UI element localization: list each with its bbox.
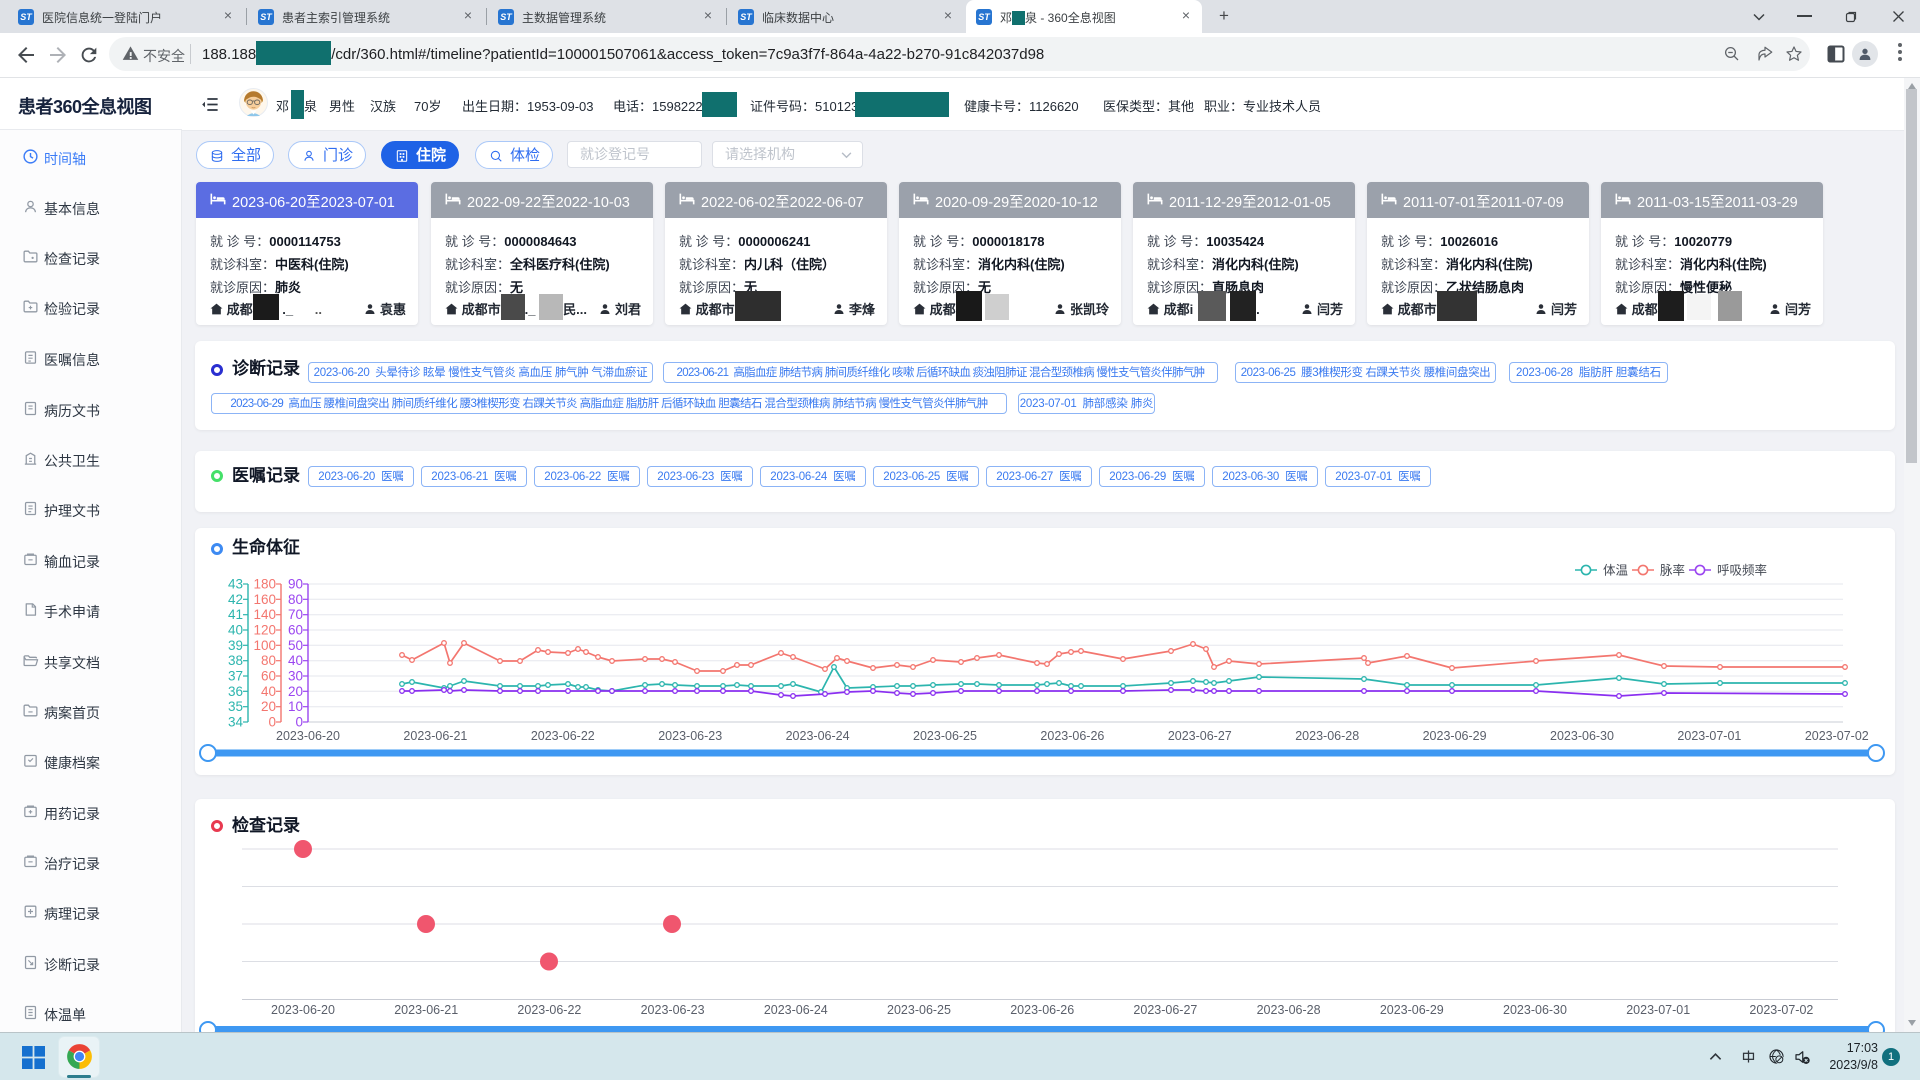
- svg-text:2023-07-01: 2023-07-01: [1626, 1003, 1690, 1017]
- svg-text:40: 40: [261, 684, 276, 699]
- svg-text:2023-06-22: 2023-06-22: [531, 729, 595, 743]
- svg-text:2023-06-23: 2023-06-23: [658, 729, 722, 743]
- svg-text:70: 70: [288, 607, 303, 622]
- svg-text:2023-06-24: 2023-06-24: [786, 729, 850, 743]
- svg-text:体温: 体温: [1603, 564, 1629, 578]
- svg-text:140: 140: [253, 607, 276, 622]
- svg-text:呼吸频率: 呼吸频率: [1717, 563, 1767, 578]
- svg-text:120: 120: [253, 623, 276, 638]
- svg-text:2023-06-25: 2023-06-25: [913, 729, 977, 743]
- svg-text:2023-06-21: 2023-06-21: [394, 1003, 458, 1017]
- svg-text:60: 60: [261, 669, 276, 684]
- svg-text:10: 10: [288, 699, 303, 714]
- svg-text:39: 39: [228, 638, 243, 653]
- svg-text:2023-07-02: 2023-07-02: [1805, 729, 1869, 743]
- svg-text:2023-06-21: 2023-06-21: [403, 729, 467, 743]
- svg-text:43: 43: [228, 577, 243, 592]
- svg-text:80: 80: [288, 592, 303, 607]
- svg-text:160: 160: [253, 592, 276, 607]
- svg-text:2023-06-29: 2023-06-29: [1423, 729, 1487, 743]
- svg-text:90: 90: [288, 577, 303, 592]
- svg-text:2023-06-20: 2023-06-20: [271, 1003, 335, 1017]
- svg-text:35: 35: [228, 699, 243, 714]
- svg-text:100: 100: [253, 638, 276, 653]
- svg-text:2023-06-26: 2023-06-26: [1010, 1003, 1074, 1017]
- svg-text:脉率: 脉率: [1660, 563, 1685, 578]
- svg-text:20: 20: [288, 684, 303, 699]
- svg-text:2023-06-25: 2023-06-25: [887, 1003, 951, 1017]
- svg-text:36: 36: [228, 684, 243, 699]
- svg-text:38: 38: [228, 653, 243, 668]
- svg-text:30: 30: [288, 669, 303, 684]
- svg-text:2023-06-30: 2023-06-30: [1550, 729, 1614, 743]
- svg-text:2023-06-22: 2023-06-22: [517, 1003, 581, 1017]
- svg-text:2023-06-28: 2023-06-28: [1295, 729, 1359, 743]
- svg-text:40: 40: [228, 623, 243, 638]
- svg-text:37: 37: [228, 669, 243, 684]
- svg-text:0: 0: [295, 715, 303, 730]
- svg-text:60: 60: [288, 623, 303, 638]
- svg-text:2023-06-23: 2023-06-23: [641, 1003, 705, 1017]
- svg-text:2023-06-27: 2023-06-27: [1133, 1003, 1197, 1017]
- svg-text:2023-06-27: 2023-06-27: [1168, 729, 1232, 743]
- svg-text:2023-07-01: 2023-07-01: [1677, 729, 1741, 743]
- svg-text:2023-06-29: 2023-06-29: [1380, 1003, 1444, 1017]
- svg-text:80: 80: [261, 653, 276, 668]
- svg-text:40: 40: [288, 653, 303, 668]
- svg-text:42: 42: [228, 592, 243, 607]
- svg-text:2023-06-24: 2023-06-24: [764, 1003, 828, 1017]
- svg-text:34: 34: [228, 715, 244, 730]
- svg-text:50: 50: [288, 638, 303, 653]
- svg-text:2023-06-26: 2023-06-26: [1040, 729, 1104, 743]
- svg-text:2023-07-02: 2023-07-02: [1749, 1003, 1813, 1017]
- svg-text:2023-06-20: 2023-06-20: [276, 729, 340, 743]
- svg-text:2023-06-28: 2023-06-28: [1257, 1003, 1321, 1017]
- svg-text:41: 41: [228, 607, 243, 622]
- svg-text:180: 180: [253, 577, 276, 592]
- svg-text:20: 20: [261, 699, 276, 714]
- svg-text:0: 0: [268, 715, 276, 730]
- svg-text:2023-06-30: 2023-06-30: [1503, 1003, 1567, 1017]
